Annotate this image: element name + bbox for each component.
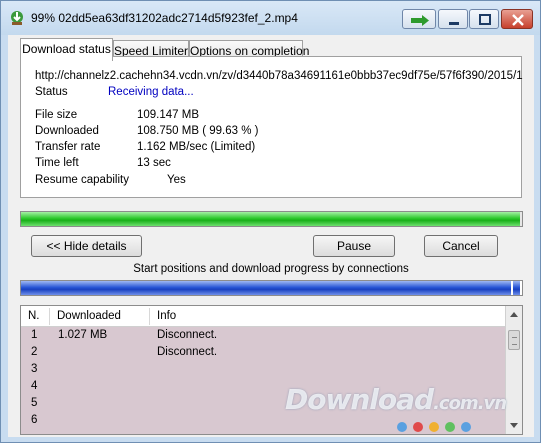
cell-n: 3 bbox=[31, 363, 38, 375]
file-size-label: File size bbox=[35, 109, 78, 121]
scroll-down-icon[interactable] bbox=[510, 423, 518, 428]
cell-n: 2 bbox=[31, 346, 38, 358]
watermark-dot bbox=[413, 422, 423, 432]
scroll-thumb[interactable] bbox=[508, 330, 520, 350]
hide-details-button[interactable]: << Hide details bbox=[31, 235, 142, 257]
download-progress-fill bbox=[21, 212, 521, 226]
column-divider bbox=[49, 308, 50, 325]
watermark-dot bbox=[397, 422, 407, 432]
watermark-dot bbox=[429, 422, 439, 432]
maximize-button[interactable] bbox=[469, 9, 499, 29]
client-area: Download status Speed Limiter Options on… bbox=[8, 35, 534, 437]
cancel-button[interactable]: Cancel bbox=[424, 235, 498, 257]
status-label: Status bbox=[35, 86, 68, 98]
green-arrow-icon bbox=[411, 15, 429, 26]
column-divider bbox=[149, 308, 150, 325]
send-to-tray-button[interactable] bbox=[402, 9, 436, 29]
download-url: http://channelz2.cachehn34.vcdn.vn/zv/d3… bbox=[35, 70, 523, 82]
resume-capability-label: Resume capability bbox=[35, 174, 129, 186]
title-bar[interactable]: 99% 02dd5ea63df31202adc2714d5f923fef_2.m… bbox=[1, 1, 540, 35]
cell-info: Disconnect. bbox=[157, 329, 218, 341]
pause-button[interactable]: Pause bbox=[313, 235, 395, 257]
column-header-n[interactable]: N. bbox=[28, 310, 40, 322]
table-header: N. Downloaded Info bbox=[21, 306, 507, 327]
watermark-suffix: .com.vn bbox=[433, 393, 507, 414]
column-header-downloaded[interactable]: Downloaded bbox=[57, 310, 121, 322]
cell-downloaded: 1.027 MB bbox=[58, 329, 108, 341]
download-progress-window: 99% 02dd5ea63df31202adc2714d5f923fef_2.m… bbox=[0, 0, 541, 443]
tab-download-status[interactable]: Download status bbox=[20, 38, 113, 61]
file-size-value: 109.147 MB bbox=[137, 109, 200, 121]
transfer-rate-label: Transfer rate bbox=[35, 141, 101, 153]
cell-n: 6 bbox=[31, 414, 38, 426]
watermark-text: Download bbox=[285, 383, 434, 416]
download-status-panel: http://channelz2.cachehn34.vcdn.vn/zv/d3… bbox=[20, 56, 523, 198]
watermark-dot bbox=[445, 422, 455, 432]
minimize-button[interactable] bbox=[438, 9, 468, 29]
connections-progress-bar bbox=[20, 280, 523, 296]
watermark-dots bbox=[397, 421, 477, 435]
maximize-icon bbox=[479, 14, 491, 25]
time-left-value: 13 sec bbox=[137, 157, 171, 169]
connection-marker bbox=[511, 281, 513, 295]
table-scrollbar[interactable] bbox=[505, 306, 522, 434]
cell-n: 1 bbox=[31, 329, 38, 341]
table-row[interactable]: 3 bbox=[21, 361, 507, 378]
connections-progress-fill bbox=[21, 281, 520, 295]
column-header-info[interactable]: Info bbox=[157, 310, 176, 322]
watermark-dot bbox=[461, 422, 471, 432]
cell-n: 5 bbox=[31, 397, 38, 409]
watermark-logo: Download.com.vn bbox=[285, 383, 507, 416]
minimize-icon bbox=[449, 22, 459, 25]
status-value: Receiving data... bbox=[108, 86, 194, 98]
resume-capability-value: Yes bbox=[167, 174, 186, 186]
table-row[interactable]: 1 1.027 MB Disconnect. bbox=[21, 327, 507, 344]
cell-info: Disconnect. bbox=[157, 346, 218, 358]
cell-n: 4 bbox=[31, 380, 38, 392]
table-row[interactable]: 2 Disconnect. bbox=[21, 344, 507, 361]
close-button[interactable] bbox=[501, 9, 533, 29]
transfer-rate-value: 1.162 MB/sec (Limited) bbox=[137, 141, 256, 153]
downloaded-value: 108.750 MB ( 99.63 % ) bbox=[137, 125, 259, 137]
time-left-label: Time left bbox=[35, 157, 79, 169]
connections-title: Start positions and download progress by… bbox=[133, 263, 409, 275]
downloaded-label: Downloaded bbox=[35, 125, 99, 137]
scroll-up-icon[interactable] bbox=[510, 312, 518, 317]
idm-app-icon bbox=[11, 11, 23, 25]
close-icon bbox=[512, 14, 524, 26]
window-title: 99% 02dd5ea63df31202adc2714d5f923fef_2.m… bbox=[31, 11, 298, 25]
download-progress-bar bbox=[20, 211, 523, 227]
